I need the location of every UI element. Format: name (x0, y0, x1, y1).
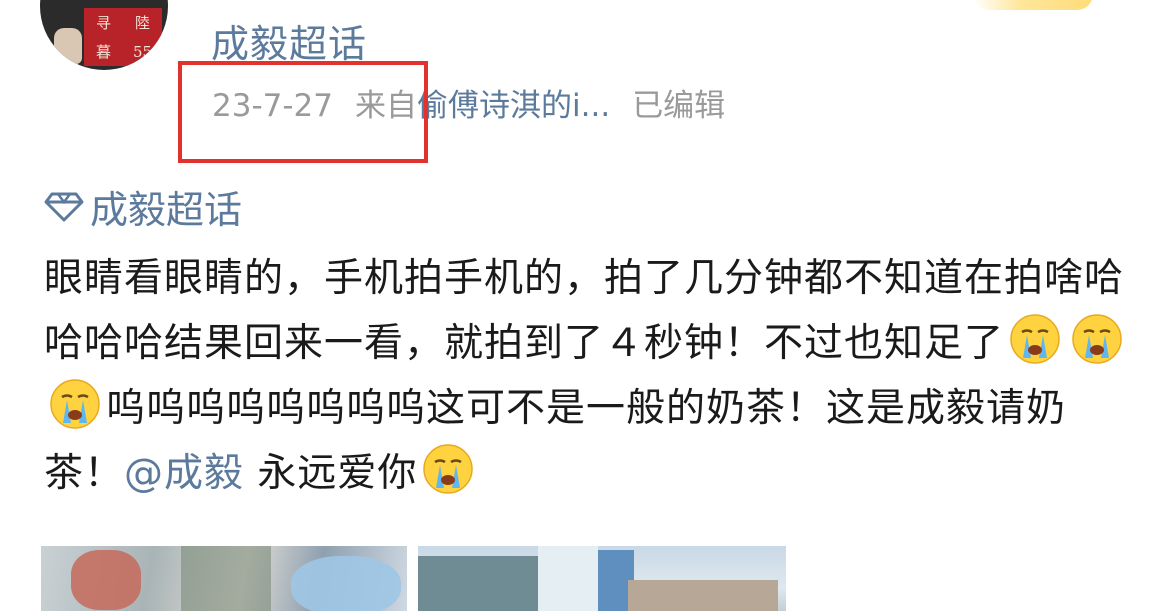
diamond-icon (44, 192, 84, 222)
post-text: 眼睛看眼睛的，手机拍手机的，拍了几分钟都不知道在拍啥哈哈哈哈结果回来一看，就拍到… (44, 246, 1139, 506)
post-image-thumbnail[interactable] (41, 546, 407, 611)
crying-face-emoji-icon (1010, 314, 1060, 364)
username[interactable]: 成毅超话 (211, 22, 367, 66)
post-text-part1: 眼睛看眼睛的，手机拍手机的，拍了几分钟都不知道在拍啥哈哈哈哈结果回来一看，就拍到… (44, 256, 1125, 366)
avatar[interactable]: 寻 陸 暮 55 (40, 0, 168, 70)
crying-face-emoji-icon (423, 444, 474, 494)
mention-link[interactable]: @成毅 (124, 451, 244, 496)
edited-label[interactable]: 已编辑 (632, 88, 725, 124)
avatar-figure (54, 28, 82, 64)
crying-face-emoji-icon (1072, 314, 1122, 364)
topic-label: 成毅超话 (90, 187, 243, 232)
crying-face-emoji-icon (50, 379, 100, 429)
weibo-post: 寻 陸 暮 55 成毅超话 23-7-27 来自偷傅诗淇的i... 已编辑 成毅超话… (0, 0, 1153, 611)
date-highlight-box (178, 61, 428, 163)
post-text-part3: 永远爱你 (244, 451, 418, 496)
topic-link[interactable]: 成毅超话 (44, 182, 242, 232)
decorative-badge (973, 0, 1093, 10)
source-link[interactable]: 偷傅诗淇的i... (417, 88, 610, 124)
avatar-seal-stamp: 寻 陸 暮 55 (84, 8, 162, 66)
post-image-thumbnail[interactable] (418, 546, 786, 611)
